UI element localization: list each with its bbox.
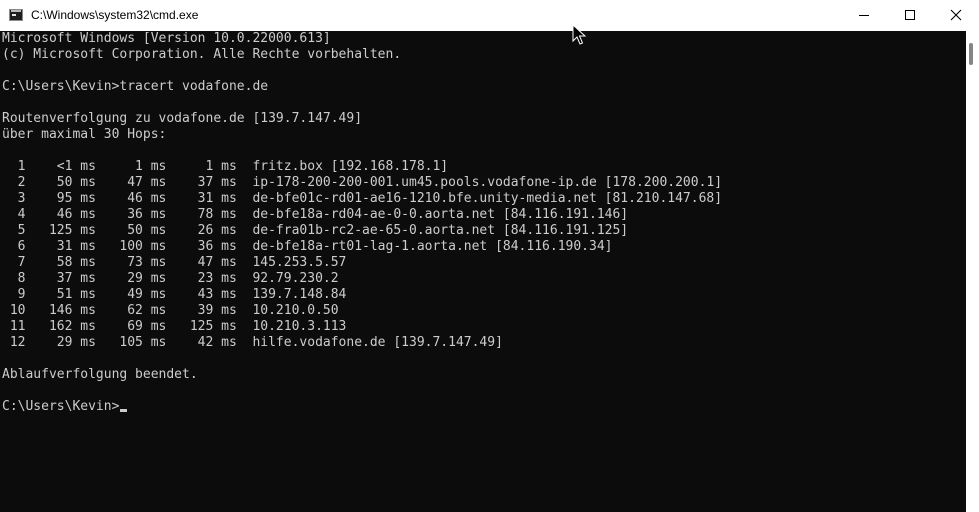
- scrollbar-thumb[interactable]: [969, 43, 973, 65]
- cmd-icon[interactable]: [9, 9, 23, 21]
- mouse-pointer-icon: [572, 24, 586, 45]
- maximize-icon: [905, 10, 915, 20]
- window-title: C:\Windows\system32\cmd.exe: [31, 8, 199, 22]
- minimize-button[interactable]: [841, 0, 887, 31]
- console-line: Microsoft Windows [Version 10.0.22000.61…: [2, 31, 331, 46]
- console-line: 5 125 ms 50 ms 26 ms de-fra01b-rc2-ae-65…: [2, 223, 629, 238]
- console-output[interactable]: Microsoft Windows [Version 10.0.22000.61…: [0, 31, 966, 512]
- console-line: 1 <1 ms 1 ms 1 ms fritz.box [192.168.178…: [2, 159, 449, 174]
- command-prompt: C:\Users\Kevin>: [2, 399, 120, 414]
- console-line: 11 162 ms 69 ms 125 ms 10.210.3.113: [2, 319, 347, 334]
- console-line: 10 146 ms 62 ms 39 ms 10.210.0.50: [2, 303, 339, 318]
- console-line: (c) Microsoft Corporation. Alle Rechte v…: [2, 47, 402, 62]
- cmd-window: C:\Windows\system32\cmd.exe Microsoft Wi…: [0, 0, 979, 512]
- vertical-scrollbar[interactable]: [966, 31, 979, 512]
- console-line: Ablaufverfolgung beendet.: [2, 367, 198, 382]
- title-bar[interactable]: C:\Windows\system32\cmd.exe: [0, 0, 979, 32]
- minimize-icon: [859, 15, 869, 16]
- console-line: 8 37 ms 29 ms 23 ms 92.79.230.2: [2, 271, 339, 286]
- console-line: 7 58 ms 73 ms 47 ms 145.253.5.57: [2, 255, 347, 270]
- console-line: 6 31 ms 100 ms 36 ms de-bfe18a-rt01-lag-…: [2, 239, 613, 254]
- console-line: 3 95 ms 46 ms 31 ms de-bfe01c-rd01-ae16-…: [2, 191, 723, 206]
- maximize-button[interactable]: [887, 0, 933, 31]
- console-line: C:\Users\Kevin>tracert vodafone.de: [2, 79, 269, 94]
- console-line: 9 51 ms 49 ms 43 ms 139.7.148.84: [2, 287, 347, 302]
- console-line: 2 50 ms 47 ms 37 ms ip-178-200-200-001.u…: [2, 175, 723, 190]
- close-button[interactable]: [933, 0, 979, 31]
- console-line: 12 29 ms 105 ms 42 ms hilfe.vodafone.de …: [2, 335, 503, 350]
- text-cursor: [120, 409, 128, 412]
- console-line: über maximal 30 Hops:: [2, 127, 167, 142]
- console-line: Routenverfolgung zu vodafone.de [139.7.1…: [2, 111, 363, 126]
- close-icon: [950, 9, 962, 21]
- command-prompt-line[interactable]: C:\Users\Kevin>: [2, 399, 128, 415]
- console-line: 4 46 ms 36 ms 78 ms de-bfe18a-rd04-ae-0-…: [2, 207, 629, 222]
